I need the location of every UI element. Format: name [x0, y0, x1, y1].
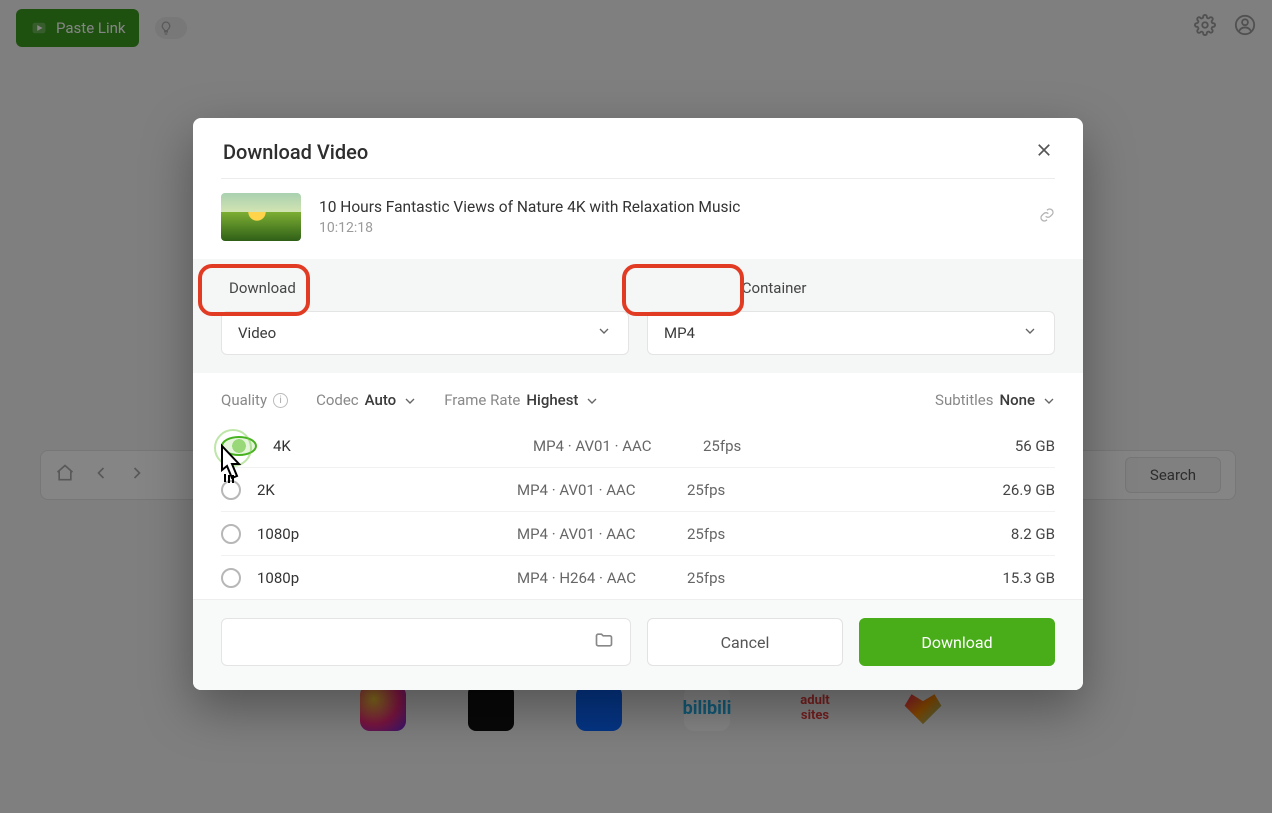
radio-icon: [221, 568, 241, 588]
info-icon: i: [273, 393, 288, 408]
container-select[interactable]: MP4: [647, 311, 1055, 355]
quality-size: 26.9 GB: [1002, 481, 1055, 499]
download-video-modal: Download Video 10 Hours Fantastic Views …: [193, 118, 1083, 690]
subtitles-filter[interactable]: Subtitles None: [935, 391, 1055, 409]
framerate-filter[interactable]: Frame Rate Highest: [444, 391, 598, 409]
quality-row[interactable]: 2KMP4 · AV01 · AAC25fps 26.9 GB: [221, 467, 1055, 511]
app-background: Paste Link Search bilibili adultsites: [0, 0, 1272, 813]
source-link-icon[interactable]: [1039, 207, 1055, 227]
close-button[interactable]: [1035, 141, 1053, 163]
folder-icon: [594, 630, 614, 654]
output-folder-field[interactable]: [221, 618, 631, 666]
download-button[interactable]: Download: [859, 618, 1055, 666]
quality-name: 1080p: [257, 525, 517, 543]
radio-icon: [221, 480, 241, 500]
quality-codec: MP4 · AV01 · AAC: [533, 437, 703, 455]
chevron-down-icon: [402, 393, 416, 407]
quality-fps: 25fps: [687, 525, 847, 543]
chevron-down-icon: [1041, 393, 1055, 407]
quality-fps: 25fps: [687, 569, 847, 587]
modal-footer: Cancel Download: [193, 599, 1083, 690]
chevron-down-icon: [596, 323, 612, 343]
download-type-label: Download: [221, 275, 304, 301]
video-info-row: 10 Hours Fantastic Views of Nature 4K wi…: [193, 179, 1083, 259]
quality-name: 1080p: [257, 569, 517, 587]
quality-fps: 25fps: [703, 437, 863, 455]
cancel-button[interactable]: Cancel: [647, 618, 843, 666]
quality-codec: MP4 · H264 · AAC: [517, 569, 687, 587]
filter-row: Quality i Codec Auto Frame Rate Highest …: [193, 373, 1083, 419]
quality-codec: MP4 · AV01 · AAC: [517, 481, 687, 499]
quality-row[interactable]: 4KMP4 · AV01 · AAC25fps 56 GB: [221, 423, 1055, 467]
modal-title: Download Video: [223, 140, 368, 164]
quality-row[interactable]: 1080pMP4 · AV01 · AAC25fps 8.2 GB: [221, 511, 1055, 555]
radio-icon: [221, 524, 241, 544]
video-thumbnail: [221, 193, 301, 241]
container-label: Container: [734, 275, 815, 301]
codec-filter[interactable]: Codec Auto: [316, 391, 416, 409]
radio-icon: [221, 436, 257, 456]
quality-name: 4K: [273, 437, 533, 455]
quality-codec: MP4 · AV01 · AAC: [517, 525, 687, 543]
quality-fps: 25fps: [687, 481, 847, 499]
quality-name: 2K: [257, 481, 517, 499]
quality-size: 15.3 GB: [1002, 569, 1055, 587]
video-title: 10 Hours Fantastic Views of Nature 4K wi…: [319, 198, 740, 216]
quality-filter[interactable]: Quality i: [221, 391, 288, 409]
quality-row[interactable]: 1080pMP4 · H264 · AAC25fps 15.3 GB: [221, 555, 1055, 599]
chevron-down-icon: [1022, 323, 1038, 343]
chevron-down-icon: [584, 393, 598, 407]
quality-size: 8.2 GB: [1011, 525, 1055, 543]
video-duration: 10:12:18: [319, 220, 740, 236]
download-type-select[interactable]: Video: [221, 311, 629, 355]
quality-list: 4KMP4 · AV01 · AAC25fps56 GB2KMP4 · AV01…: [193, 419, 1083, 599]
quality-size: 56 GB: [1015, 437, 1055, 455]
